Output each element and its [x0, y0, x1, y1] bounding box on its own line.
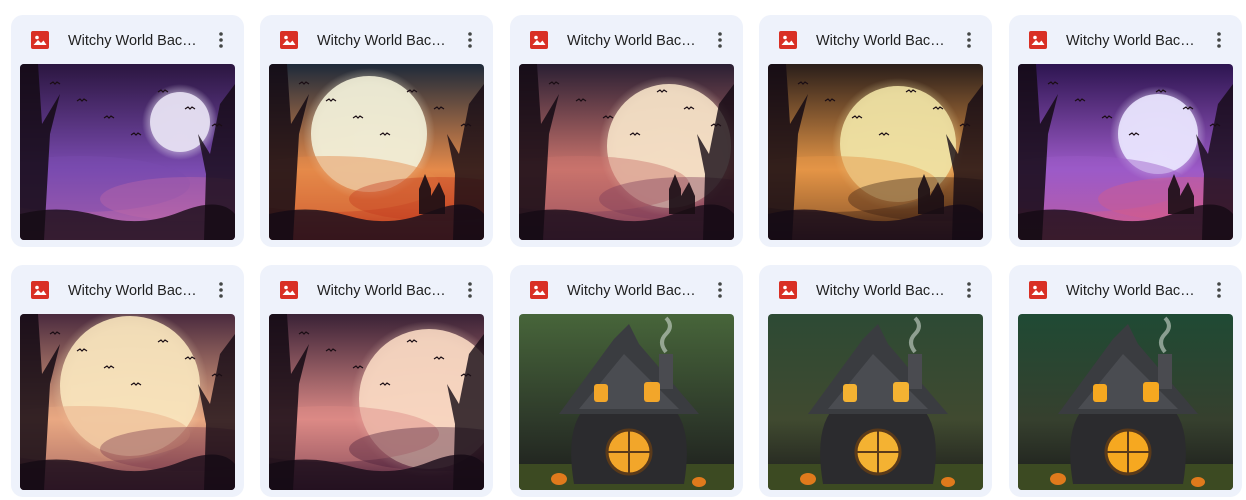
file-card-header: Witchy World Background 1 — [11, 15, 244, 65]
file-title: Witchy World Background 9 — [816, 283, 951, 299]
file-card-header: Witchy World Background 9 — [759, 265, 992, 315]
more-vertical-icon[interactable] — [455, 275, 485, 305]
file-title: Witchy World Background 6 — [68, 283, 203, 299]
file-thumbnail[interactable] — [20, 314, 235, 490]
file-card-header: Witchy World Background 10 — [1009, 265, 1242, 315]
file-card[interactable]: Witchy World Background 9 — [759, 265, 992, 497]
file-grid: Witchy World Background 1 Witchy World Ba… — [0, 0, 1246, 500]
file-thumbnail[interactable] — [1018, 314, 1233, 490]
file-thumbnail[interactable] — [20, 64, 235, 240]
file-card[interactable]: Witchy World Background 3 — [510, 15, 743, 247]
file-card-header: Witchy World Background 5 — [1009, 15, 1242, 65]
file-title: Witchy World Background 7 — [317, 283, 452, 299]
image-file-icon — [1029, 31, 1047, 49]
more-vertical-icon[interactable] — [1204, 25, 1234, 55]
file-thumbnail[interactable] — [768, 314, 983, 490]
image-file-icon — [280, 31, 298, 49]
file-card[interactable]: Witchy World Background 6 — [11, 265, 244, 497]
more-vertical-icon[interactable] — [455, 25, 485, 55]
file-title: Witchy World Background 3 — [567, 33, 702, 49]
image-file-icon — [31, 281, 49, 299]
file-thumbnail[interactable] — [1018, 64, 1233, 240]
image-file-icon — [280, 281, 298, 299]
file-card-header: Witchy World Background 7 — [260, 265, 493, 315]
file-card[interactable]: Witchy World Background 7 — [260, 265, 493, 497]
file-title: Witchy World Background 2 — [317, 33, 452, 49]
file-card-header: Witchy World Background 4 — [759, 15, 992, 65]
file-card-header: Witchy World Background 6 — [11, 265, 244, 315]
thumbnail-image — [519, 314, 734, 490]
file-title: Witchy World Background 8 — [567, 283, 702, 299]
thumbnail-image — [768, 64, 983, 240]
file-card[interactable]: Witchy World Background 4 — [759, 15, 992, 247]
thumbnail-image — [20, 64, 235, 240]
thumbnail-image — [20, 314, 235, 490]
file-title: Witchy World Background 10 — [1066, 283, 1201, 299]
file-thumbnail[interactable] — [768, 64, 983, 240]
file-card-header: Witchy World Background 3 — [510, 15, 743, 65]
image-file-icon — [779, 31, 797, 49]
file-thumbnail[interactable] — [269, 314, 484, 490]
thumbnail-image — [768, 314, 983, 490]
image-file-icon — [31, 31, 49, 49]
more-vertical-icon[interactable] — [1204, 275, 1234, 305]
file-card-header: Witchy World Background 8 — [510, 265, 743, 315]
thumbnail-image — [269, 314, 484, 490]
file-thumbnail[interactable] — [269, 64, 484, 240]
more-vertical-icon[interactable] — [705, 25, 735, 55]
thumbnail-image — [519, 64, 734, 240]
image-file-icon — [530, 281, 548, 299]
more-vertical-icon[interactable] — [206, 275, 236, 305]
more-vertical-icon[interactable] — [206, 25, 236, 55]
image-file-icon — [779, 281, 797, 299]
file-title: Witchy World Background 5 — [1066, 33, 1201, 49]
file-card-header: Witchy World Background 2 — [260, 15, 493, 65]
thumbnail-image — [1018, 64, 1233, 240]
file-card[interactable]: Witchy World Background 1 — [11, 15, 244, 247]
file-card[interactable]: Witchy World Background 8 — [510, 265, 743, 497]
more-vertical-icon[interactable] — [954, 275, 984, 305]
image-file-icon — [1029, 281, 1047, 299]
file-card[interactable]: Witchy World Background 5 — [1009, 15, 1242, 247]
file-title: Witchy World Background 1 — [68, 33, 203, 49]
image-file-icon — [530, 31, 548, 49]
more-vertical-icon[interactable] — [954, 25, 984, 55]
file-title: Witchy World Background 4 — [816, 33, 951, 49]
file-thumbnail[interactable] — [519, 64, 734, 240]
file-card[interactable]: Witchy World Background 2 — [260, 15, 493, 247]
thumbnail-image — [1018, 314, 1233, 490]
file-card[interactable]: Witchy World Background 10 — [1009, 265, 1242, 497]
more-vertical-icon[interactable] — [705, 275, 735, 305]
file-thumbnail[interactable] — [519, 314, 734, 490]
thumbnail-image — [269, 64, 484, 240]
